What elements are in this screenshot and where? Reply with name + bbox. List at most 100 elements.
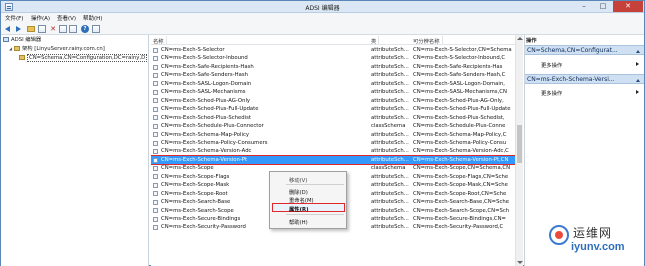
cell-class: attributeSch... [371,114,409,121]
cell-name: CN=ms-Exch-Sched-Plus-Schedist [161,114,251,121]
menu-view[interactable]: 查看(V) [57,14,76,22]
help-icon[interactable]: ? [81,25,89,33]
actions-title: 操作 [526,38,537,44]
actions-section-schema[interactable]: CN=Schema,CN=Configurat... [525,45,644,55]
schema-object-icon [153,47,158,53]
ctx-help[interactable]: 帮助(H) [289,218,308,226]
chevron-right-icon[interactable] [636,90,639,94]
minimize-button[interactable]: – [575,1,593,12]
cell-name: CN=ms-Exch-Sched-Plus-AG-Only [161,97,251,104]
back-arrow-icon[interactable] [4,25,12,33]
scroll-down-icon[interactable] [517,261,523,264]
table-row[interactable]: CN=ms-Exch-SASL-Mechanisms attributeSch..… [151,88,515,96]
close-button[interactable]: ✕ [613,1,643,12]
cell-dn: CN=ms-Exch-Scope,CN=Schema,CN [413,165,511,172]
table-row[interactable]: CN=ms-Exch-SASL-Logon-Domain attributeSch… [151,80,515,88]
cell-dn: CN=ms-Exch-Scope-Flags,CN=Sche [413,173,509,180]
cell-class: attributeSch... [371,207,409,214]
table-row[interactable]: CN=ms-Exch-Schedule-Plus-Connector classS… [151,122,515,130]
ctx-separator [286,214,344,215]
table-row[interactable]: CN=ms-Exch-Sched-Plus-AG-Only attributeSc… [151,97,515,105]
column-header-class[interactable]: 类 [371,36,380,45]
schema-object-icon [153,191,158,197]
cell-dn: CN=ms-Exch-Security-Password,C [413,224,504,231]
schema-object-icon [153,123,158,129]
table-row[interactable]: CN=ms-Exch-Safe-Senders-Hash attributeSch… [151,71,515,79]
cell-dn: CN=ms-Exch-Sched-Plus-Full-Update [413,106,511,113]
tree-pane: ADSI 编辑器 ◢ 架构 [LinyuServer.rainy.com.cn] … [1,35,149,266]
tree-node-schema[interactable]: ◢ 架构 [LinyuServer.rainy.com.cn] [9,45,105,53]
table-row[interactable]: CN=ms-Exch-S-Selector attributeSch... CN=m… [151,46,515,54]
maximize-button[interactable]: □ [594,1,612,12]
cell-class: attributeSch... [371,97,409,104]
cell-class: attributeSch... [371,55,409,62]
window-title: ADSI 编辑器 [305,5,340,12]
ctx-properties[interactable]: 属性(R) [289,205,309,213]
list-header: 名称 类 可分辨名称 [151,36,523,45]
watermark: 运维网 iyunv.com [549,221,644,265]
cell-dn: CN=ms-Exch-Schema-Policy-Consu [413,139,507,146]
schema-object-icon [153,182,158,188]
scroll-thumb[interactable] [517,125,522,163]
schema-object-icon [153,115,158,121]
cell-dn: CN=ms-Exch-SASL-Logon-Domain, [413,80,505,87]
schema-object-icon [153,208,158,214]
adsi-root-icon [3,37,9,42]
collapse-up-icon[interactable] [636,50,640,53]
watermark-en: iyunv.com [571,241,625,253]
list-scrollbar[interactable] [515,35,523,266]
cell-class: attributeSch... [371,199,409,206]
table-row[interactable]: CN=ms-Exch-Schema-Version-Pt attributeSch… [151,154,516,166]
delete-icon[interactable]: ✕ [49,25,57,33]
table-row[interactable]: CN=ms-Exch-Safe-Recipients-Hash attribute… [151,63,515,71]
action-pane-icon[interactable] [92,25,100,33]
cell-class: attributeSch... [371,148,409,155]
ctx-move[interactable]: 移动(V) [289,176,307,184]
table-row[interactable]: CN=ms-Exch-Schema-Version-Adc attributeSc… [151,147,515,155]
export-list-icon[interactable] [69,25,77,33]
table-row[interactable]: CN=ms-Exch-S-Selector-Inbound attributeSc… [151,54,515,62]
schema-object-icon [153,216,158,222]
more-actions-schema[interactable]: 更多操作 [541,61,562,69]
scroll-up-icon[interactable] [517,37,523,40]
cell-dn: CN=ms-Exch-Schedule-Plus-Conne [413,123,506,130]
menu-action[interactable]: 操作(A) [31,14,50,22]
tree-root[interactable]: ADSI 编辑器 [3,36,41,44]
column-header-name[interactable]: 名称 [153,36,167,45]
collapse-up-icon[interactable] [636,79,640,82]
table-row[interactable]: CN=ms-Exch-Schema-Policy-Consumers attrib… [151,139,515,147]
cell-name: CN=ms-Exch-S-Selector-Inbound [161,55,248,62]
cell-name: CN=ms-Exch-SASL-Logon-Domain [161,80,252,87]
cell-class: attributeSch... [371,106,409,113]
schema-object-icon [153,64,158,70]
table-row[interactable]: CN=ms-Exch-Schema-Map-Policy attributeSch… [151,131,515,139]
cell-class: attributeSch... [371,173,409,180]
column-header-dn[interactable]: 可分辨名称 [413,36,442,45]
schema-object-icon [153,157,158,163]
cell-dn: CN=ms-Exch-Search-Scope,CN=Sch [413,207,510,214]
up-folder-icon[interactable] [27,26,35,32]
schema-object-icon [153,81,158,87]
object-list: 名称 类 可分辨名称 CN=ms-Exch-S-Selector attribut… [151,35,523,266]
table-row[interactable]: CN=ms-Exch-Sched-Plus-Full-Update attribu… [151,105,515,113]
cell-name: CN=ms-Exch-Schedule-Plus-Connector [161,123,264,130]
ctx-delete[interactable]: 删除(D) [289,188,308,196]
tree-node-schema-container[interactable]: CN=Schema,CN=Configuration,DC=rainy,D [19,54,148,62]
cell-name: CN=ms-Exch-Safe-Recipients-Hash [161,63,254,70]
watermark-logo-icon [549,225,569,245]
forward-arrow-icon[interactable] [14,25,22,33]
menu-file[interactable]: 文件(F) [5,14,23,22]
menu-help[interactable]: 帮助(H) [83,14,102,22]
cell-dn: CN=ms-Exch-Search-Base,CN=Sche [413,199,509,206]
schema-object-icon [153,89,158,95]
schema-object-icon [153,140,158,146]
more-actions-selected[interactable]: 更多操作 [541,89,562,97]
cell-dn: CN=ms-Exch-S-Selector-Inbound,C [413,55,506,62]
cell-class: attributeSch... [371,216,409,222]
table-row[interactable]: CN=ms-Exch-Sched-Plus-Schedist attributeS… [151,114,515,122]
chevron-right-icon[interactable] [636,62,639,66]
actions-section-selected[interactable]: CN=ms-Exch-Schema-Versi... [525,74,644,84]
show-hide-tree-icon[interactable] [38,25,46,33]
properties-icon[interactable] [59,25,67,33]
cell-name: CN=ms-Exch-Schema-Policy-Consumers [161,139,268,146]
